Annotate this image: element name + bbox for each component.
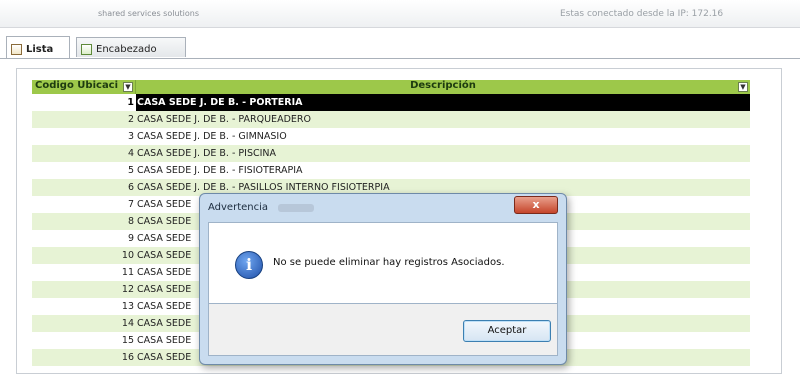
cell-codigo: 3 (127, 131, 134, 142)
table-row[interactable]: 1 CASA SEDE J. DE B. - PORTERIA (32, 94, 750, 111)
cell-codigo: 9 (127, 233, 134, 244)
grid-icon (11, 43, 22, 55)
accept-button[interactable]: Aceptar (463, 320, 551, 342)
connection-info: Estas conectado desde la IP: 172.16 (560, 9, 724, 19)
cell-codigo: 10 (121, 250, 134, 261)
cell-codigo: 7 (127, 199, 134, 210)
dialog-title: Advertencia (208, 202, 269, 213)
cell-codigo: 1 (32, 94, 136, 111)
cell-codigo: 11 (121, 267, 134, 278)
column-header-descripcion[interactable]: Descripción ▼ (136, 80, 750, 94)
cell-descripcion: CASA SEDE J. DE B. - PARQUEADERO (137, 114, 311, 125)
column-header-descripcion-label: Descripción (410, 80, 476, 91)
cell-codigo: 5 (127, 165, 134, 176)
cell-codigo: 15 (121, 335, 134, 346)
dialog-footer: Aceptar (208, 304, 558, 356)
tab-bar: Lista Encabezado (0, 34, 800, 58)
column-header-codigo-label: Codigo Ubicaci (35, 80, 119, 91)
cell-codigo: 6 (127, 182, 134, 193)
tab-encabezado[interactable]: Encabezado (76, 37, 186, 57)
cell-codigo: 14 (121, 318, 134, 329)
info-icon: i (235, 251, 263, 279)
grid-header: Codigo Ubicaci ▼ Descripción ▼ (32, 80, 750, 94)
table-row[interactable]: 2 CASA SEDE J. DE B. - PARQUEADERO (32, 111, 750, 128)
company-tagline: shared services solutions (98, 9, 200, 18)
warning-dialog: Advertencia x i No se puede eliminar hay… (199, 193, 567, 365)
table-row[interactable]: 5 CASA SEDE J. DE B. - FISIOTERAPIA (32, 162, 750, 179)
cell-descripcion: CASA SEDE J. DE B. - PORTERIA (137, 97, 303, 108)
cell-codigo: 2 (127, 114, 134, 125)
chevron-down-icon[interactable]: ▼ (123, 82, 133, 92)
close-button[interactable]: x (514, 196, 558, 214)
cell-codigo: 8 (127, 216, 134, 227)
cell-codigo: 12 (121, 284, 134, 295)
tab-divider (0, 58, 800, 59)
cell-descripcion: CASA SEDE J. DE B. - FISIOTERAPIA (137, 165, 303, 176)
table-row[interactable]: 4 CASA SEDE J. DE B. - PISCINA (32, 145, 750, 162)
dialog-message: No se puede eliminar hay registros Asoci… (273, 257, 505, 268)
form-icon (81, 43, 92, 55)
table-row[interactable]: 3 CASA SEDE J. DE B. - GIMNASIO (32, 128, 750, 145)
tab-encabezado-label: Encabezado (96, 43, 157, 55)
chevron-down-icon[interactable]: ▼ (738, 82, 748, 92)
cell-codigo: 16 (121, 352, 134, 363)
dialog-body: i No se puede eliminar hay registros Aso… (208, 222, 558, 304)
dialog-title-blur (278, 204, 314, 212)
top-bar: shared services solutions Estas conectad… (0, 0, 800, 28)
cell-descripcion: CASA SEDE J. DE B. - PISCINA (137, 148, 277, 159)
cell-codigo: 4 (127, 148, 134, 159)
cell-descripcion: CASA SEDE J. DE B. - GIMNASIO (137, 131, 287, 142)
column-header-codigo[interactable]: Codigo Ubicaci ▼ (32, 80, 136, 94)
tab-lista[interactable]: Lista (6, 36, 70, 58)
cell-codigo: 13 (121, 301, 134, 312)
tab-lista-label: Lista (26, 43, 54, 55)
